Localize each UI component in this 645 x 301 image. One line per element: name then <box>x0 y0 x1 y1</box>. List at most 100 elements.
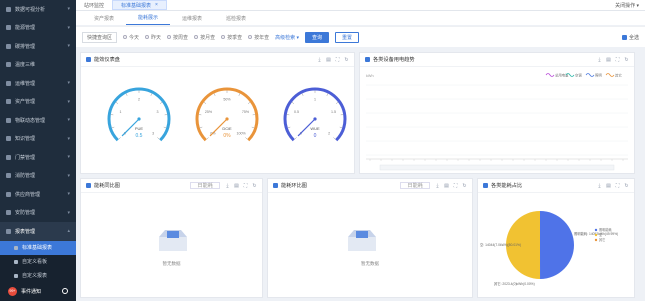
gauge-tick <box>206 137 209 140</box>
download-icon[interactable]: ⤓ <box>435 183 440 189</box>
refresh-icon[interactable]: ↻ <box>344 57 349 63</box>
sidebar-item-3[interactable]: 温度三维 <box>0 56 76 75</box>
legend-label: 照明 <box>595 74 602 78</box>
gauge-value: 0 <box>314 133 317 139</box>
gauge-value: 0.5 <box>136 133 143 139</box>
sidebar-item-label: 物联动态管理 <box>15 117 46 124</box>
radio-week[interactable]: 按周查 <box>167 34 188 41</box>
empty-box-icon <box>159 230 187 251</box>
sidebar-item-label: 资产管理 <box>15 99 36 106</box>
gauge-tick <box>213 93 216 96</box>
fullscreen-icon[interactable]: ⛶ <box>335 57 340 63</box>
table-icon[interactable]: ▤ <box>606 57 611 63</box>
chevron-icon: ▾ <box>67 154 70 161</box>
sidebar-item-0[interactable]: 数据可视分析 ▾ <box>0 0 76 19</box>
close-icon[interactable]: × <box>155 2 158 8</box>
sidebar-item-report[interactable]: 报表管理 ▴ <box>0 222 76 241</box>
trend-chart: kWh 总用电量 空调 照明 其它 <box>366 73 628 171</box>
download-icon[interactable]: ⤓ <box>225 183 230 189</box>
event-notification[interactable]: 99+ 事件通知 <box>0 281 76 301</box>
fullscreen-icon[interactable]: ⛶ <box>615 57 620 63</box>
gauge-tick <box>339 126 343 129</box>
gauge-tick-label: 2 <box>328 132 330 136</box>
fullscreen-icon[interactable]: ⛶ <box>453 183 458 189</box>
radio-year[interactable]: 按年查 <box>248 34 269 41</box>
table-icon[interactable]: ▤ <box>234 183 239 189</box>
refresh-icon[interactable]: ↻ <box>462 183 467 189</box>
checkbox-icon[interactable] <box>365 57 370 62</box>
tab-station-monitor[interactable]: 站环监控 <box>76 0 112 10</box>
gauge-tick-label: 1 <box>120 110 122 114</box>
chevron-icon: ▾ <box>67 191 70 198</box>
subtab-energy[interactable]: 能耗展示 <box>126 11 171 25</box>
subtab-inspection[interactable]: 巡检报表 <box>214 11 258 25</box>
gauge-tick-label: 3 <box>156 110 158 114</box>
checkbox-icon[interactable] <box>86 57 91 62</box>
download-icon[interactable]: ⤓ <box>597 57 602 63</box>
table-icon[interactable]: ▤ <box>444 183 449 189</box>
sidebar-item-5[interactable]: 资产管理 ▾ <box>0 93 76 112</box>
table-icon[interactable]: ▤ <box>326 57 331 63</box>
gauge-tick <box>199 126 203 129</box>
sidebar-subitem-1[interactable]: 自定义看板 <box>0 254 76 269</box>
fullscreen-icon[interactable]: ⛶ <box>243 183 248 189</box>
sidebar-subitem-label: 自定义报表 <box>22 273 48 279</box>
notification-label: 事件通知 <box>21 288 42 295</box>
fullscreen-icon[interactable]: ⛶ <box>615 183 620 189</box>
report-subtabs: 资产报表 能耗展示 运维报表 巡检报表 <box>76 11 645 25</box>
radio-today[interactable]: 今天 <box>123 34 139 41</box>
energy-type-select[interactable]: 日能耗 <box>400 182 430 189</box>
sidebar-subitem-label: 标准基础报表 <box>22 245 53 251</box>
legend-swatch <box>594 233 598 237</box>
card-header: 能效仪表盘 ⤓ ▤ ⛶ ↻ <box>81 53 354 67</box>
sidebar-item-8[interactable]: 门禁管理 ▾ <box>0 148 76 167</box>
subtab-asset[interactable]: 资产报表 <box>82 11 126 25</box>
query-button[interactable]: 查询 <box>305 31 330 43</box>
sidebar-item-label: 温度三维 <box>15 62 36 69</box>
table-icon[interactable]: ▤ <box>606 183 611 189</box>
close-operations-menu[interactable]: 关闭操作 ▾ <box>615 2 639 9</box>
menu-icon <box>6 43 11 49</box>
yoy-card: 能耗同比图 日能耗 ⤓ ▤ ⛶ ↻ 暂无数据 <box>80 178 263 298</box>
card-title: 能耗环比图 <box>281 183 307 189</box>
filter-bar: 快捷查询区 今天 昨天 按周查 按月查 按季查 按年查 高级检索 ▾ 查询 重置… <box>76 26 645 47</box>
checkbox-icon[interactable] <box>483 183 488 188</box>
radio-month[interactable]: 按月查 <box>194 34 215 41</box>
select-all-checkbox[interactable]: 全选 <box>621 34 639 41</box>
tab-standard-report[interactable]: 标准基础报表 × <box>112 0 167 10</box>
sidebar-item-2[interactable]: 碳排管理 ▾ <box>0 37 76 56</box>
menu-icon <box>6 6 11 12</box>
checkbox-icon[interactable] <box>273 183 278 188</box>
refresh-icon[interactable]: ↻ <box>624 57 629 63</box>
sidebar-item-7[interactable]: 知识管理 ▾ <box>0 130 76 149</box>
menu-icon <box>6 80 11 86</box>
energy-type-select[interactable]: 日能耗 <box>190 182 220 189</box>
gauge-name: WUE <box>310 126 320 131</box>
card-header: 各类能耗占比 ⤓ ▤ ⛶ ↻ <box>478 179 634 193</box>
menu-icon <box>6 117 11 123</box>
sidebar-item-1[interactable]: 能源管理 ▾ <box>0 19 76 38</box>
refresh-icon[interactable]: ↻ <box>252 183 257 189</box>
sidebar-subitem-0[interactable]: 标准基础报表 <box>0 240 76 255</box>
checkbox-icon[interactable] <box>86 183 91 188</box>
sidebar-item-9[interactable]: 消防管理 ▾ <box>0 167 76 186</box>
sidebar-item-label: 能源管理 <box>15 25 36 32</box>
chevron-icon: ▾ <box>67 80 70 87</box>
refresh-icon[interactable]: ↻ <box>624 183 629 189</box>
sidebar-item-6[interactable]: 物联动态管理 ▾ <box>0 111 76 130</box>
radio-quarter[interactable]: 按季查 <box>221 34 242 41</box>
radio-yesterday[interactable]: 昨天 <box>145 34 161 41</box>
advanced-search-link[interactable]: 高级检索 ▾ <box>275 34 299 41</box>
radio-label: 按年查 <box>254 34 270 41</box>
download-icon[interactable]: ⤓ <box>597 183 602 189</box>
legend-label: 总用电量 <box>555 73 569 78</box>
sidebar-item-4[interactable]: 运维管理 ▾ <box>0 74 76 93</box>
download-icon[interactable]: ⤓ <box>317 57 322 63</box>
mom-card: 能耗环比图 日能耗 ⤓ ▤ ⛶ ↻ 暂无数据 <box>267 178 473 298</box>
sidebar-item-10[interactable]: 供应商管理 ▾ <box>0 185 76 204</box>
subtab-ops[interactable]: 运维报表 <box>170 11 214 25</box>
sidebar-item-11[interactable]: 安防管理 ▾ <box>0 204 76 223</box>
reset-button[interactable]: 重置 <box>335 31 360 43</box>
gauge-tick-label: 75% <box>242 110 250 114</box>
quick-query-area[interactable]: 快捷查询区 <box>82 31 118 43</box>
